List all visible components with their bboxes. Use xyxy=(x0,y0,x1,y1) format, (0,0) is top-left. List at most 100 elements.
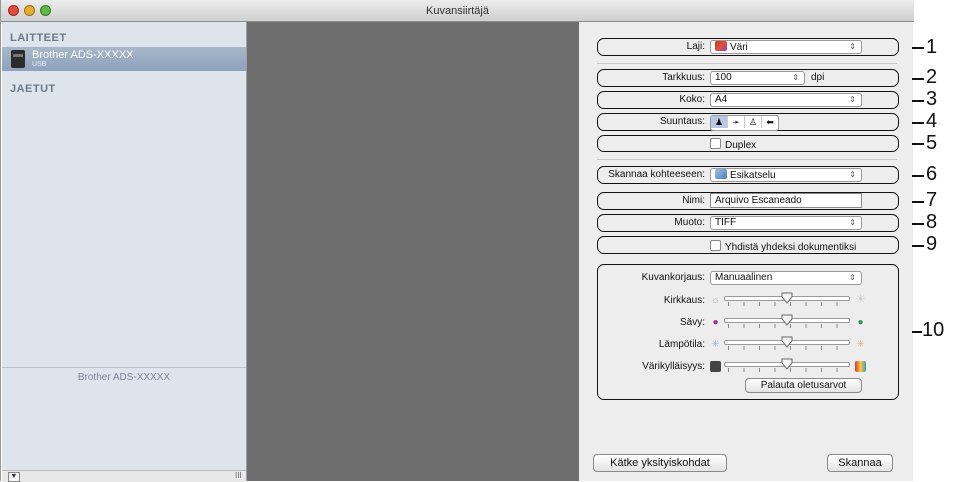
popup-arrows-icon: ⇕ xyxy=(849,218,856,227)
callout-number-8: 8 xyxy=(926,211,938,233)
callout-number-3: 3 xyxy=(926,88,938,110)
orientation-label: Suuntaus: xyxy=(659,116,705,127)
format-popup[interactable]: TIFF ⇕ xyxy=(710,216,862,230)
scan-settings-panel: Laji: Väri ⇕ Tarkkuus: 100 ⇕ dpi Koko: A… xyxy=(579,22,913,481)
resolution-label: Tarkkuus: xyxy=(662,72,705,83)
kind-popup[interactable]: Väri ⇕ xyxy=(710,40,862,54)
sidebar: LAITTEET Brother ADS-XXXXX USB JAETUT Br… xyxy=(2,22,247,482)
kind-label: Laji: xyxy=(686,41,705,52)
devices-header: LAITTEET xyxy=(10,32,67,44)
saturation-slider[interactable] xyxy=(724,358,850,372)
popup-arrows-icon: ⇕ xyxy=(849,170,856,179)
callout-line xyxy=(912,175,924,177)
orientation-upright-icon[interactable]: ♟ xyxy=(711,116,728,128)
saturation-high-icon xyxy=(855,361,866,372)
reset-defaults-button[interactable]: Palauta oletusarvot xyxy=(745,378,862,393)
slider-knob[interactable] xyxy=(781,336,793,348)
tint-green-icon: ● xyxy=(857,317,864,328)
checkbox-icon xyxy=(710,240,721,251)
preview-app-icon xyxy=(715,169,727,179)
orientation-left-icon[interactable]: ⬅ xyxy=(762,116,778,128)
slider-knob[interactable] xyxy=(781,358,793,370)
callout-number-2: 2 xyxy=(926,66,938,88)
brightness-high-icon: ☀ xyxy=(855,292,866,306)
callout-line xyxy=(912,78,924,80)
callout-number-1: 1 xyxy=(926,36,938,58)
name-input[interactable]: Arquivo Escaneado xyxy=(710,193,862,208)
popup-arrows-icon: ⇕ xyxy=(792,73,799,82)
callout-line xyxy=(912,331,922,333)
callout-number-9: 9 xyxy=(926,233,938,255)
combine-checkbox[interactable]: Yhdistä yhdeksi dokumentiksi xyxy=(710,240,856,253)
resolution-value: 100 xyxy=(715,72,732,83)
name-label: Nimi: xyxy=(682,195,705,206)
size-label: Koko: xyxy=(679,94,705,105)
device-name: Brother ADS-XXXXX xyxy=(32,49,134,61)
kind-value: Väri xyxy=(730,42,748,53)
duplex-label: Duplex xyxy=(725,140,757,151)
separator xyxy=(597,159,897,160)
shared-header: JAETUT xyxy=(10,83,56,95)
destination-value: Esikatselu xyxy=(730,170,776,181)
correction-label: Kuvankorjaus: xyxy=(641,272,705,283)
scan-preview-area[interactable] xyxy=(247,22,579,481)
sidebar-item-device[interactable]: Brother ADS-XXXXX USB xyxy=(2,47,246,71)
size-popup[interactable]: A4 ⇕ xyxy=(710,93,862,107)
callout-line xyxy=(912,223,924,225)
popup-arrows-icon: ⇕ xyxy=(849,42,856,51)
destination-label: Skannaa kohteeseen: xyxy=(608,169,705,180)
image-capture-window: Kuvansiirtäjä LAITTEET Brother ADS-XXXXX… xyxy=(0,0,914,482)
resize-grip-icon[interactable]: III xyxy=(235,471,242,480)
orientation-segmented-control: ♟ ➛ ♙ ⬅ xyxy=(710,115,779,131)
sidebar-footer: ▼ III xyxy=(2,470,246,482)
tint-magenta-icon: ● xyxy=(712,317,719,328)
combine-label: Yhdistä yhdeksi dokumentiksi xyxy=(725,242,857,253)
title-bar: Kuvansiirtäjä xyxy=(1,0,914,22)
tint-slider[interactable] xyxy=(724,314,850,328)
separator xyxy=(597,63,897,64)
brightness-label: Kirkkaus: xyxy=(663,295,705,306)
orientation-inverted-icon[interactable]: ♙ xyxy=(745,116,762,128)
callout-number-5: 5 xyxy=(926,132,938,154)
scanner-icon xyxy=(11,50,25,68)
temperature-cool-icon: ✳ xyxy=(711,339,720,350)
callout-number-6: 6 xyxy=(926,163,938,185)
callout-number-4: 4 xyxy=(926,110,938,132)
callout-number-10: 10 xyxy=(922,319,945,341)
popup-arrows-icon: ⇕ xyxy=(849,95,856,104)
resolution-popup[interactable]: 100 ⇕ xyxy=(710,71,805,85)
duplex-checkbox[interactable]: Duplex xyxy=(710,138,756,151)
size-value: A4 xyxy=(715,94,728,105)
format-value: TIFF xyxy=(715,217,737,228)
correction-popup[interactable]: Manuaalinen ⇕ xyxy=(710,271,862,285)
callout-line xyxy=(912,122,924,124)
callout-number-7: 7 xyxy=(926,189,938,211)
scan-button[interactable]: Skannaa xyxy=(827,454,893,472)
saturation-low-icon xyxy=(710,361,721,372)
temperature-slider[interactable] xyxy=(724,336,850,350)
window-title: Kuvansiirtäjä xyxy=(426,5,489,17)
temperature-warm-icon: ✳ xyxy=(856,339,865,350)
brightness-slider[interactable] xyxy=(724,292,850,306)
resolution-unit: dpi xyxy=(811,72,825,83)
slider-knob[interactable] xyxy=(781,292,793,304)
checkbox-icon xyxy=(710,138,721,149)
tint-label: Sävy: xyxy=(679,317,705,328)
callout-line xyxy=(912,143,924,145)
callout-line xyxy=(912,245,924,247)
callout-line xyxy=(912,100,924,102)
correction-value: Manuaalinen xyxy=(715,272,773,283)
selected-device-label: Brother ADS-XXXXX xyxy=(77,372,171,383)
brightness-low-icon: ☼ xyxy=(710,295,721,306)
device-connection: USB xyxy=(32,61,47,68)
slider-knob[interactable] xyxy=(781,314,793,326)
hide-details-button[interactable]: Kätke yksityiskohdat xyxy=(593,454,727,472)
orientation-right-icon[interactable]: ➛ xyxy=(728,116,745,128)
destination-popup[interactable]: Esikatselu ⇕ xyxy=(710,168,862,182)
saturation-label: Värikylläisyys: xyxy=(642,361,705,372)
popup-arrows-icon: ⇕ xyxy=(849,273,856,282)
temperature-label: Lämpötila: xyxy=(658,339,705,350)
callout-line xyxy=(912,201,924,203)
color-swatch-icon xyxy=(715,41,727,51)
callout-line xyxy=(912,47,924,49)
